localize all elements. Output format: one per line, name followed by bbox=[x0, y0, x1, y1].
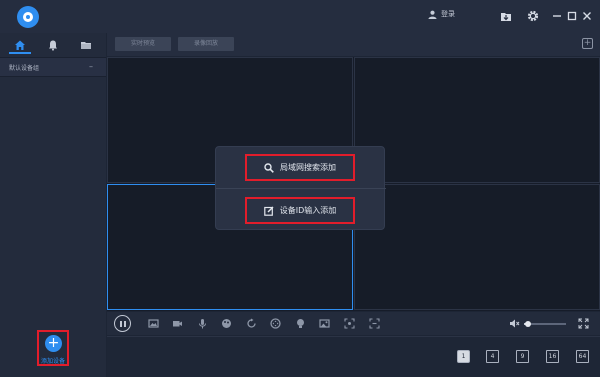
folder-icon[interactable] bbox=[80, 39, 92, 51]
expand-icon[interactable]: + bbox=[582, 38, 593, 49]
add-device-button[interactable]: + 添加设备 bbox=[37, 330, 69, 366]
fullscreen-icon[interactable] bbox=[578, 318, 589, 329]
microphone-icon[interactable] bbox=[197, 318, 208, 329]
edit-icon bbox=[263, 206, 274, 216]
light-icon[interactable] bbox=[295, 318, 306, 329]
record-icon[interactable] bbox=[172, 318, 183, 329]
device-group-label: 默认设备组 bbox=[9, 65, 40, 72]
volume-knob[interactable] bbox=[525, 321, 532, 327]
layout-9-button[interactable]: 9 bbox=[516, 350, 529, 363]
layout-16-button[interactable]: 16 bbox=[546, 350, 559, 363]
layout-64-button[interactable]: 64 bbox=[576, 350, 589, 363]
ptz-icon[interactable] bbox=[270, 318, 281, 329]
sidebar: 默认设备组 – + 添加设备 bbox=[0, 33, 106, 377]
view-toolbar: 实时预览 录像回放 + bbox=[107, 33, 600, 56]
device-id-add-button[interactable]: 设备ID输入添加 bbox=[245, 197, 355, 224]
popup-divider bbox=[216, 188, 386, 189]
bell-icon[interactable] bbox=[47, 39, 59, 51]
add-device-popup: 局域网搜索添加 设备ID输入添加 bbox=[215, 146, 386, 230]
download-icon[interactable] bbox=[500, 10, 512, 22]
zoom-icon[interactable] bbox=[344, 318, 355, 329]
replay-icon[interactable] bbox=[246, 318, 257, 329]
volume-icon[interactable] bbox=[509, 318, 520, 329]
gear-icon[interactable] bbox=[527, 10, 539, 22]
app-logo bbox=[17, 6, 39, 28]
color-icon[interactable] bbox=[221, 318, 232, 329]
home-icon[interactable] bbox=[9, 39, 31, 54]
layout-bar: 1 4 9 16 64 bbox=[107, 336, 600, 377]
fit-icon[interactable] bbox=[369, 318, 380, 329]
tab-live-preview[interactable]: 实时预览 bbox=[115, 37, 171, 51]
user-icon bbox=[428, 10, 437, 19]
pause-icon[interactable] bbox=[114, 315, 131, 332]
title-bar: 登录 bbox=[0, 0, 600, 33]
lan-search-add-label: 局域网搜索添加 bbox=[280, 163, 336, 172]
video-cell-2[interactable] bbox=[354, 57, 600, 183]
login-button[interactable]: 登录 bbox=[428, 9, 455, 19]
collapse-icon[interactable]: – bbox=[89, 62, 93, 71]
device-group-row[interactable]: 默认设备组 – bbox=[0, 57, 106, 77]
search-icon bbox=[264, 162, 274, 173]
sidebar-tabs bbox=[0, 33, 106, 57]
add-device-label: 添加设备 bbox=[40, 358, 65, 365]
lan-search-add-button[interactable]: 局域网搜索添加 bbox=[245, 154, 355, 181]
add-icon: + bbox=[45, 335, 62, 352]
layout-4-button[interactable]: 4 bbox=[486, 350, 499, 363]
image-icon[interactable] bbox=[319, 318, 330, 329]
video-cell-4[interactable] bbox=[354, 184, 600, 310]
close-icon[interactable] bbox=[581, 10, 593, 22]
minimize-icon[interactable] bbox=[551, 10, 563, 22]
tab-playback[interactable]: 录像回放 bbox=[178, 37, 234, 51]
playback-control-bar bbox=[107, 312, 600, 335]
snapshot-icon[interactable] bbox=[148, 318, 159, 329]
maximize-icon[interactable] bbox=[566, 10, 578, 22]
device-id-add-label: 设备ID输入添加 bbox=[279, 206, 337, 215]
layout-1-button[interactable]: 1 bbox=[457, 350, 470, 363]
login-label: 登录 bbox=[441, 10, 455, 18]
volume-slider[interactable] bbox=[524, 321, 566, 327]
